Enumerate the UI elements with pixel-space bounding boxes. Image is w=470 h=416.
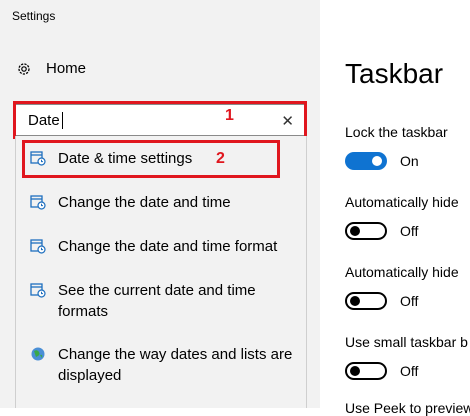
auto-hide-tablet-toggle[interactable] bbox=[345, 292, 387, 310]
toggle-state: On bbox=[400, 153, 419, 169]
lock-taskbar-toggle[interactable] bbox=[345, 152, 387, 170]
calendar-clock-icon bbox=[30, 195, 46, 210]
nav-home[interactable]: Home bbox=[16, 60, 86, 77]
calendar-clock-icon bbox=[30, 283, 46, 298]
toggle-knob bbox=[350, 366, 360, 376]
home-label: Home bbox=[46, 60, 87, 77]
annotation-number-1: 1 bbox=[225, 107, 234, 124]
toggle-state: Off bbox=[400, 363, 419, 379]
globe-icon bbox=[31, 347, 45, 361]
result-item[interactable]: Change the date and time bbox=[16, 192, 306, 213]
toggle-state: Off bbox=[400, 293, 419, 309]
setting-label: Automatically hide bbox=[345, 264, 459, 280]
gear-icon bbox=[18, 62, 30, 75]
window-title: Settings bbox=[12, 9, 56, 23]
annotation-number-2: 2 bbox=[216, 150, 225, 167]
setting-label: Use Peek to preview bbox=[345, 400, 470, 416]
setting-label: Use small taskbar b bbox=[345, 334, 468, 350]
result-label: Change the date and time format bbox=[58, 238, 278, 255]
result-label: Change the date and time bbox=[58, 194, 231, 211]
auto-hide-desktop-toggle[interactable] bbox=[345, 222, 387, 240]
result-item[interactable]: Change the way dates and lists are displ… bbox=[16, 344, 306, 386]
toggle-knob bbox=[350, 226, 360, 236]
toggle-knob bbox=[372, 156, 382, 166]
annotation-box-2 bbox=[22, 140, 280, 178]
toggle-state: Off bbox=[400, 223, 419, 239]
page-title: Taskbar bbox=[345, 58, 444, 89]
small-buttons-toggle[interactable] bbox=[345, 362, 387, 380]
result-label: Change the way dates and lists are displ… bbox=[58, 346, 293, 384]
setting-label: Automatically hide bbox=[345, 194, 459, 210]
calendar-clock-icon bbox=[30, 239, 46, 254]
annotation-box-1 bbox=[13, 101, 307, 139]
result-label: See the current date and time formats bbox=[58, 282, 256, 320]
result-item[interactable]: Change the date and time format bbox=[16, 236, 306, 257]
setting-label: Lock the taskbar bbox=[345, 124, 448, 140]
result-item[interactable]: See the current date and time formats bbox=[16, 280, 306, 322]
toggle-knob bbox=[350, 296, 360, 306]
